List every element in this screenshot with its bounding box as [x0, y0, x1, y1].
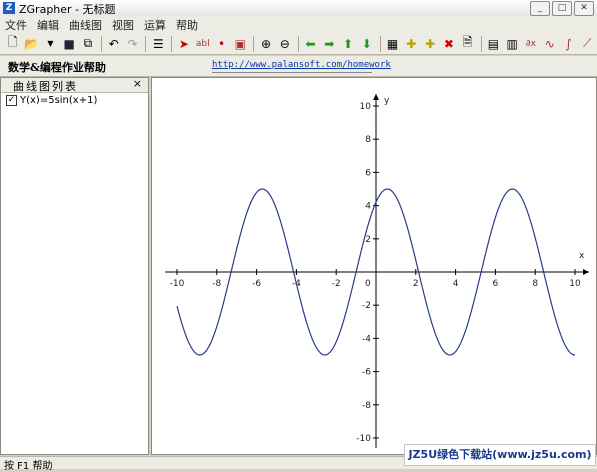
pointer-icon[interactable]: ➤ — [175, 35, 193, 53]
y-tick-label: -2 — [362, 301, 371, 311]
curve-list-title: 曲线图列表 — [13, 80, 78, 93]
pan-right-icon[interactable]: ➡ — [320, 35, 338, 53]
toolbar-separator — [100, 35, 102, 52]
y-tick-label: -8 — [362, 401, 371, 411]
homework-help-label: 数学&编程作业帮助 — [8, 61, 106, 74]
menu-graph[interactable]: 曲线图 — [64, 17, 107, 33]
toolbar-separator — [171, 35, 173, 52]
calculator-icon[interactable]: ▦ — [384, 35, 402, 53]
menu-edit[interactable]: 编辑 — [32, 17, 64, 33]
copy-icon[interactable]: ⧉ — [79, 35, 97, 53]
toolbar: 🗋 📂 ▼ ■ ⧉ ↶ ↷ ☰ ➤ abl • ▣ ⊕ ⊖ ⬅ ➡ ⬆ ⬇ ▦ … — [0, 33, 597, 55]
new-file-icon[interactable]: 🗋 — [4, 35, 22, 53]
redo-icon[interactable]: ↷ — [124, 35, 142, 53]
toolbar-separator — [379, 35, 381, 52]
curve-list-pane: 曲线图列表 × ✓ Y(x)=5sin(x+1) — [0, 77, 149, 455]
curve-icon[interactable]: ∿ — [541, 35, 559, 53]
close-button[interactable]: ✕ — [574, 1, 594, 16]
title-bar: Z ZGrapher - 无标题 _ □ ✕ — [0, 0, 597, 17]
list-icon[interactable]: ☰ — [149, 35, 167, 53]
y-tick-label: 4 — [365, 202, 371, 212]
menu-calculate[interactable]: 运算 — [139, 17, 171, 33]
function-plot[interactable]: xy-10 -8 -6 -4 -2 2 4 6 8 10108642-2-4-6-8-100 — [152, 78, 596, 454]
window-controls: _ □ ✕ — [530, 1, 594, 16]
add-point-icon[interactable]: ✚ — [421, 35, 439, 53]
y-tick-label: -6 — [362, 368, 371, 378]
point-icon[interactable]: • — [213, 35, 231, 53]
y-tick-label: 10 — [360, 102, 372, 112]
text-icon[interactable]: abl — [194, 35, 212, 53]
y-axis-arrow — [373, 94, 379, 100]
zoom-out-icon[interactable]: ⊖ — [276, 35, 294, 53]
undo-icon[interactable]: ↶ — [105, 35, 123, 53]
curve-visible-checkbox[interactable]: ✓ — [6, 95, 17, 106]
dropdown-arrow-icon[interactable]: ▼ — [42, 35, 60, 53]
table-icon[interactable]: ▤ — [485, 35, 503, 53]
y-axis-label: y — [384, 96, 390, 106]
save-icon[interactable]: ■ — [60, 35, 78, 53]
menu-view[interactable]: 视图 — [107, 17, 139, 33]
y-tick-label: -4 — [362, 334, 371, 344]
integral-icon[interactable]: ∫ — [560, 35, 578, 53]
homework-link[interactable]: http://www.palansoft.com/homework — [212, 60, 391, 73]
x-tick-label: -6 — [252, 279, 261, 289]
open-folder-icon[interactable]: 📂 — [23, 35, 41, 53]
x-tick-label: -2 — [332, 279, 341, 289]
grid-icon[interactable]: ▥ — [503, 35, 521, 53]
app-icon: Z — [3, 2, 15, 14]
menu-bar: 文件 编辑 曲线图 视图 运算 帮助 — [0, 16, 597, 34]
toolbar-separator — [253, 35, 255, 52]
x-tick-label: 6 — [493, 279, 499, 289]
origin-label: 0 — [365, 279, 371, 289]
menu-help[interactable]: 帮助 — [171, 17, 203, 33]
properties-icon[interactable]: 🗎 — [459, 35, 477, 53]
close-icon[interactable]: × — [133, 77, 142, 90]
ad-bar: 数学&编程作业帮助 http://www.palansoft.com/homew… — [0, 56, 597, 77]
pan-up-icon[interactable]: ⬆ — [339, 35, 357, 53]
status-text: 按 F1 帮助 — [4, 461, 53, 472]
y-tick-label: 6 — [365, 168, 371, 178]
x-tick-label: 8 — [532, 279, 538, 289]
x-axis-arrow — [583, 269, 589, 275]
y-tick-label: 2 — [365, 235, 371, 245]
curve-list-header: 曲线图列表 × — [1, 77, 148, 93]
graph-area[interactable]: x y -10 -8 -6 -4 -2 2 4 6 8 10 10 8 6 4 2 -2 -4 -6 -8 -10 0 — [151, 77, 597, 455]
x-tick-label: 4 — [453, 279, 459, 289]
delete-icon[interactable]: ✖ — [440, 35, 458, 53]
chart-icon[interactable]: ⟋ — [578, 35, 596, 53]
toolbar-separator — [145, 35, 147, 52]
curve-label: Y(x)=5sin(x+1) — [20, 95, 98, 106]
zoom-window-icon[interactable]: ▣ — [231, 35, 249, 53]
y-tick-label: -10 — [356, 434, 371, 444]
toolbar-separator — [480, 35, 482, 52]
x-tick-label: -8 — [212, 279, 221, 289]
window-title: ZGrapher - 无标题 — [19, 3, 116, 16]
toolbar-separator — [297, 35, 299, 52]
y-tick-label: 8 — [365, 135, 371, 145]
menu-file[interactable]: 文件 — [0, 17, 32, 33]
pan-left-icon[interactable]: ⬅ — [302, 35, 320, 53]
x-tick-label: 10 — [569, 279, 581, 289]
x-tick-label: -10 — [170, 279, 185, 289]
x-tick-label: 2 — [413, 279, 419, 289]
x-axis-label: x — [579, 251, 585, 261]
list-item[interactable]: ✓ Y(x)=5sin(x+1) — [6, 95, 97, 106]
zoom-in-icon[interactable]: ⊕ — [257, 35, 275, 53]
maximize-button[interactable]: □ — [552, 1, 572, 16]
derivative-icon[interactable]: ∂x — [522, 35, 540, 53]
minimize-button[interactable]: _ — [530, 1, 550, 16]
watermark: JZ5U绿色下载站(www.jz5u.com) — [404, 444, 596, 466]
add-curve-icon[interactable]: ✚ — [402, 35, 420, 53]
pan-down-icon[interactable]: ⬇ — [358, 35, 376, 53]
